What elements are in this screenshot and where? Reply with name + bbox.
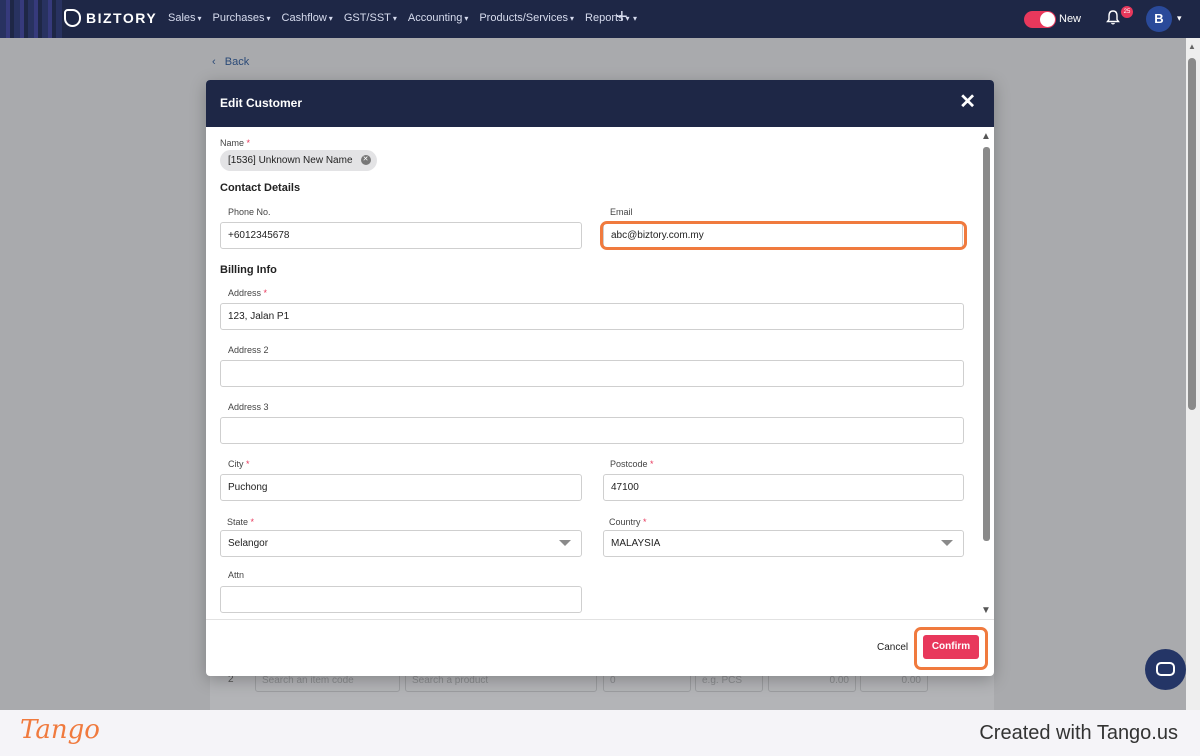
modal-title: Edit Customer — [220, 96, 303, 110]
modal-scrollbar-thumb[interactable] — [983, 147, 990, 541]
edit-customer-modal: Edit Customer ✕ ▲ ▼ Name * [1536] Unknow… — [206, 80, 994, 676]
chat-button[interactable] — [1145, 649, 1186, 690]
scroll-down-icon[interactable]: ▼ — [981, 605, 991, 616]
address3-field[interactable] — [220, 417, 964, 444]
attn-field[interactable] — [220, 586, 582, 613]
phone-field[interactable]: +6012345678 — [220, 222, 582, 249]
menu-item-products-services[interactable]: Products/Services ▾ — [479, 12, 574, 24]
postcode-field[interactable]: 47100 — [603, 474, 964, 501]
chevron-down-icon: ▾ — [570, 14, 575, 23]
biztory-logo-icon — [64, 9, 81, 27]
cancel-button[interactable]: Cancel — [877, 642, 908, 653]
chevron-down-icon — [941, 540, 953, 546]
page-scrollbar-thumb[interactable] — [1188, 58, 1196, 410]
address2-field[interactable] — [220, 360, 964, 387]
customer-name-chip[interactable]: [1536] Unknown New Name ✕ — [220, 150, 377, 171]
attn-label: Attn — [228, 570, 245, 580]
scroll-up-icon[interactable]: ▲ — [1188, 42, 1196, 51]
menu-item-sales[interactable]: Sales ▾ — [168, 12, 202, 24]
close-icon[interactable]: ✕ — [959, 92, 976, 112]
contact-details-heading: Contact Details — [220, 182, 301, 194]
tango-footer: Tango Created with Tango.us — [0, 710, 1200, 756]
name-label: Name * — [220, 138, 251, 148]
address-label: Address * — [228, 288, 268, 298]
modal-body: ▲ ▼ Name * [1536] Unknown New Name ✕ Con… — [206, 127, 994, 619]
menu-item-accounting[interactable]: Accounting ▾ — [408, 12, 468, 24]
postcode-label: Postcode * — [610, 459, 654, 469]
state-label: State * — [227, 517, 255, 527]
top-nav: BIZTORY Sales ▾ Purchases ▾ Cashflow ▾ GST/… — [0, 0, 1200, 38]
address2-label: Address 2 — [228, 345, 269, 355]
chevron-down-icon: ▾ — [633, 14, 638, 23]
billing-info-heading: Billing Info — [220, 264, 277, 276]
address3-label: Address 3 — [228, 402, 269, 412]
brand-name: BIZTORY — [86, 10, 158, 26]
chevron-left-icon: ‹ — [212, 56, 216, 68]
chevron-down-icon — [559, 540, 571, 546]
main-menu: Sales ▾ Purchases ▾ Cashflow ▾ GST/SST ▾ Acc… — [168, 12, 630, 24]
scroll-up-icon[interactable]: ▲ — [981, 131, 991, 142]
menu-item-gst-sst[interactable]: GST/SST ▾ — [344, 12, 397, 24]
state-select[interactable]: Selangor — [220, 530, 582, 557]
chevron-down-icon: ▾ — [392, 14, 397, 23]
back-link[interactable]: ‹ Back — [212, 56, 249, 68]
email-label: Email — [610, 207, 633, 217]
brand-logo[interactable]: BIZTORY — [64, 9, 157, 27]
chat-icon — [1156, 662, 1175, 676]
tango-credit: Created with Tango.us — [979, 722, 1178, 744]
new-ui-toggle[interactable] — [1024, 11, 1056, 28]
modal-header: Edit Customer ✕ — [206, 80, 994, 127]
avatar[interactable]: B — [1146, 6, 1172, 32]
bell-icon[interactable] — [1106, 10, 1120, 25]
country-label: Country * — [609, 517, 647, 527]
logo-pattern — [0, 0, 62, 38]
notification-badge: 25 — [1121, 6, 1133, 18]
chevron-down-icon[interactable]: ▾ — [1177, 13, 1182, 24]
menu-item-purchases[interactable]: Purchases ▾ — [213, 12, 271, 24]
chevron-down-icon: ▾ — [464, 14, 469, 23]
chevron-down-icon: ▾ — [197, 14, 202, 23]
city-label: City * — [228, 459, 250, 469]
phone-label: Phone No. — [228, 207, 271, 217]
address-field[interactable]: 123, Jalan P1 — [220, 303, 964, 330]
menu-item-cashflow[interactable]: Cashflow ▾ — [282, 12, 333, 24]
chevron-down-icon: ▾ — [266, 14, 271, 23]
city-field[interactable]: Puchong — [220, 474, 582, 501]
plus-icon[interactable]: + — [616, 6, 628, 29]
tango-logo: Tango — [20, 715, 100, 745]
email-highlight — [600, 221, 967, 250]
modal-footer: Cancel Confirm — [206, 619, 994, 676]
toggle-label: New — [1059, 13, 1082, 25]
chevron-down-icon: ▾ — [328, 14, 333, 23]
clear-icon[interactable]: ✕ — [360, 155, 371, 165]
confirm-button[interactable]: Confirm — [923, 635, 979, 659]
country-select[interactable]: MALAYSIA — [603, 530, 964, 557]
